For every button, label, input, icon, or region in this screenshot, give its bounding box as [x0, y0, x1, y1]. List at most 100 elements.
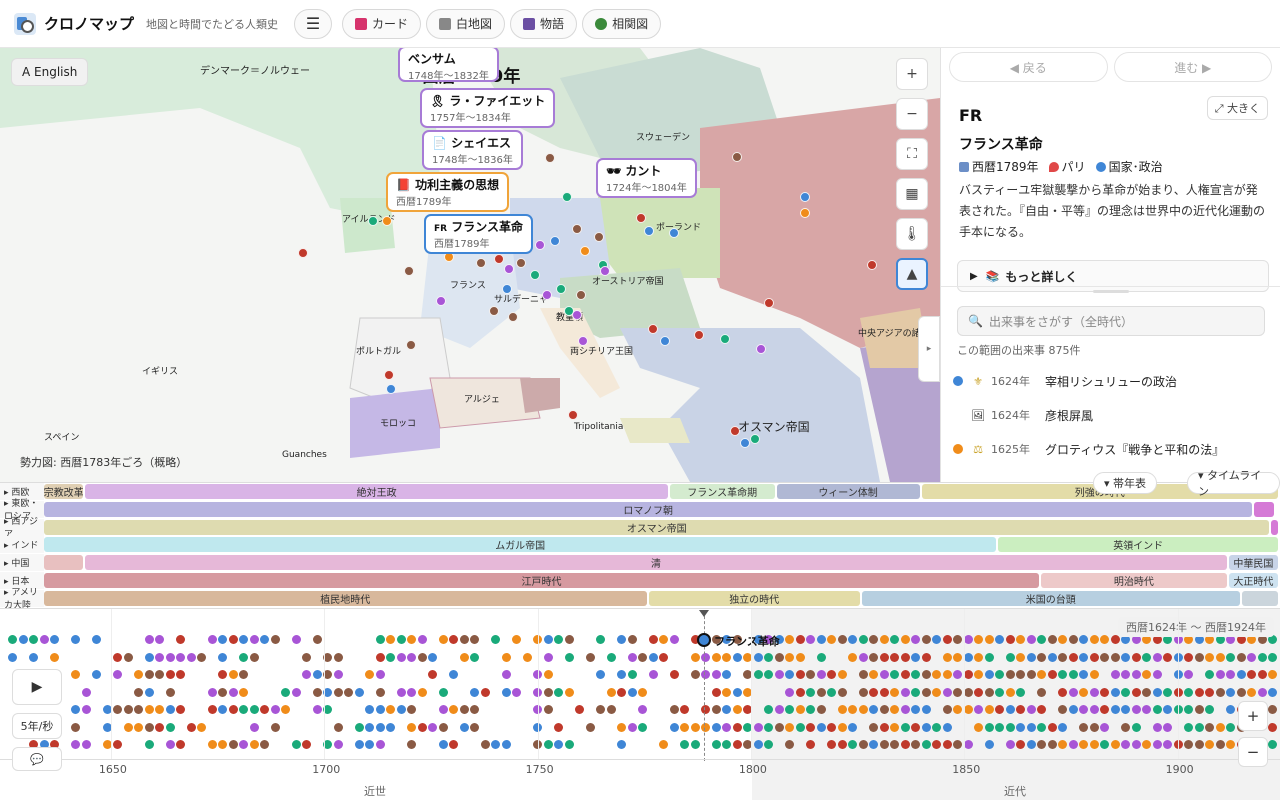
timeline-event-dot[interactable] [1110, 635, 1120, 644]
timeline-event-dot[interactable] [795, 687, 805, 697]
timeline-event-dot[interactable] [974, 652, 983, 662]
timeline-event-dot[interactable] [1016, 740, 1025, 749]
map-event-dot[interactable] [660, 336, 670, 346]
timeline-event-dot[interactable] [1058, 705, 1067, 714]
blank-map-button[interactable]: 白地図 [426, 8, 506, 39]
timeline-event-dot[interactable] [1026, 740, 1036, 749]
timeline-event-dot[interactable] [207, 687, 217, 697]
timeline-event-dot[interactable] [785, 670, 794, 679]
timeline-event-dot[interactable] [869, 652, 878, 662]
timeline-event-dot[interactable] [134, 705, 143, 714]
timeline-event-dot[interactable] [1163, 705, 1172, 714]
timeline-event-dot[interactable] [165, 670, 175, 679]
timeline-event-dot[interactable] [239, 635, 248, 644]
timeline-event-dot[interactable] [1268, 670, 1277, 679]
map-event-dot[interactable] [594, 232, 604, 242]
timeline-event-dot[interactable] [480, 740, 490, 749]
timeline-event-dot[interactable] [1089, 705, 1099, 714]
event-card-bentham[interactable]: ベンサム 1748年〜1832年 [398, 48, 499, 82]
timeline-event-dot[interactable] [239, 740, 248, 749]
timeline-event-dot[interactable] [816, 687, 826, 697]
timeline-event-dot[interactable] [260, 635, 269, 644]
map-event-dot[interactable] [636, 213, 646, 223]
timeline-event-dot[interactable] [680, 705, 689, 714]
timeline-event-dot[interactable] [1037, 740, 1046, 749]
timeline-event-dot[interactable] [1026, 722, 1036, 732]
timeline-event-dot[interactable] [816, 670, 826, 679]
timeline-event-dot[interactable] [1131, 705, 1141, 714]
timeline-event-dot[interactable] [837, 722, 847, 732]
timeline-event-dot[interactable] [1163, 740, 1172, 749]
map-event-dot[interactable] [504, 264, 514, 274]
timeline-event-dot[interactable] [858, 740, 868, 749]
timeline-event-dot[interactable] [638, 705, 647, 714]
timeline-event-dot[interactable] [396, 705, 406, 714]
map-event-dot[interactable] [764, 298, 774, 308]
timeline-event-dot[interactable] [480, 687, 490, 697]
map-event-dot[interactable] [600, 266, 610, 276]
timeline-event-dot[interactable] [165, 687, 175, 697]
timeline-event-dot[interactable] [39, 635, 49, 644]
timeline-event-dot[interactable] [396, 635, 406, 644]
timeline-event-dot[interactable] [459, 635, 469, 644]
timeline-event-dot[interactable] [1268, 705, 1277, 714]
timeline-event-dot[interactable] [984, 705, 994, 714]
timeline-event-dot[interactable] [1068, 670, 1078, 679]
timeline-event-dot[interactable] [596, 670, 605, 679]
timeline-event-dot[interactable] [680, 740, 689, 749]
timeline-event-dot[interactable] [1215, 740, 1225, 749]
timeline-event-dot[interactable] [984, 652, 994, 662]
timeline-event-dot[interactable] [375, 722, 385, 732]
timeline-event-dot[interactable] [1079, 705, 1088, 714]
timeline-event-dot[interactable] [701, 670, 710, 679]
timeline-event-dot[interactable] [753, 740, 763, 749]
timeline-event-dot[interactable] [942, 740, 952, 749]
timeline-event-dot[interactable] [260, 740, 269, 749]
timeline-event-dot[interactable] [1226, 740, 1235, 749]
timeline-event-dot[interactable] [1205, 687, 1214, 697]
timeline-event-dot[interactable] [1026, 635, 1036, 644]
timeline-event-dot[interactable] [932, 722, 941, 732]
timeline-event-dot[interactable] [1226, 705, 1235, 714]
list-item[interactable]: ⚖ 1625年 グロティウス『戦争と平和の法』 [953, 432, 1273, 466]
timeline-event-dot[interactable] [753, 722, 763, 732]
timeline-event-dot[interactable] [512, 635, 521, 644]
timeline-event-dot[interactable] [858, 652, 868, 662]
timeline-event-dot[interactable] [921, 635, 931, 644]
map-event-dot[interactable] [489, 306, 499, 316]
timeline-event-dot[interactable] [879, 740, 889, 749]
timeline-event-dot[interactable] [239, 670, 248, 679]
timeline-event-dot[interactable] [869, 670, 878, 679]
timeline-event-dot[interactable] [732, 722, 742, 732]
timeline-event-dot[interactable] [1016, 687, 1025, 697]
timeline-event-dot[interactable] [711, 687, 721, 697]
timeline-event-dot[interactable] [50, 652, 59, 662]
timeline-event-dot[interactable] [228, 740, 238, 749]
timeline-event-dot[interactable] [1142, 687, 1151, 697]
timeline-event-dot[interactable] [732, 740, 742, 749]
map-event-dot[interactable] [508, 312, 518, 322]
timeline-event-dot[interactable] [218, 687, 227, 697]
timeline-event-dot[interactable] [344, 687, 353, 697]
timeline-event-dot[interactable] [974, 670, 983, 679]
map-event-dot[interactable] [800, 192, 810, 202]
timeline-event-dot[interactable] [617, 722, 626, 732]
timeline-event-dot[interactable] [995, 670, 1004, 679]
timeline-event-dot[interactable] [869, 687, 878, 697]
timeline-event-dot[interactable] [1142, 652, 1151, 662]
timeline-event-dot[interactable] [638, 652, 647, 662]
timeline-event-dot[interactable] [1016, 670, 1025, 679]
era-segment[interactable] [1271, 519, 1278, 535]
timeline-event-dot[interactable] [995, 687, 1004, 697]
map-event-dot[interactable] [556, 284, 566, 294]
map-event-dot[interactable] [580, 246, 590, 256]
map-event-dot[interactable] [502, 284, 512, 294]
zoom-out-button[interactable]: − [896, 98, 928, 130]
timeline-event-dot[interactable] [858, 705, 868, 714]
map-event-dot[interactable] [578, 336, 588, 346]
timeline-event-dot[interactable] [113, 740, 122, 749]
more-details-toggle[interactable]: ▶ 📚 もっと詳しく [957, 260, 1269, 292]
timeline-event-dot[interactable] [921, 722, 931, 732]
timeline-event-dot[interactable] [711, 740, 721, 749]
timeline-event-dot[interactable] [449, 635, 458, 644]
